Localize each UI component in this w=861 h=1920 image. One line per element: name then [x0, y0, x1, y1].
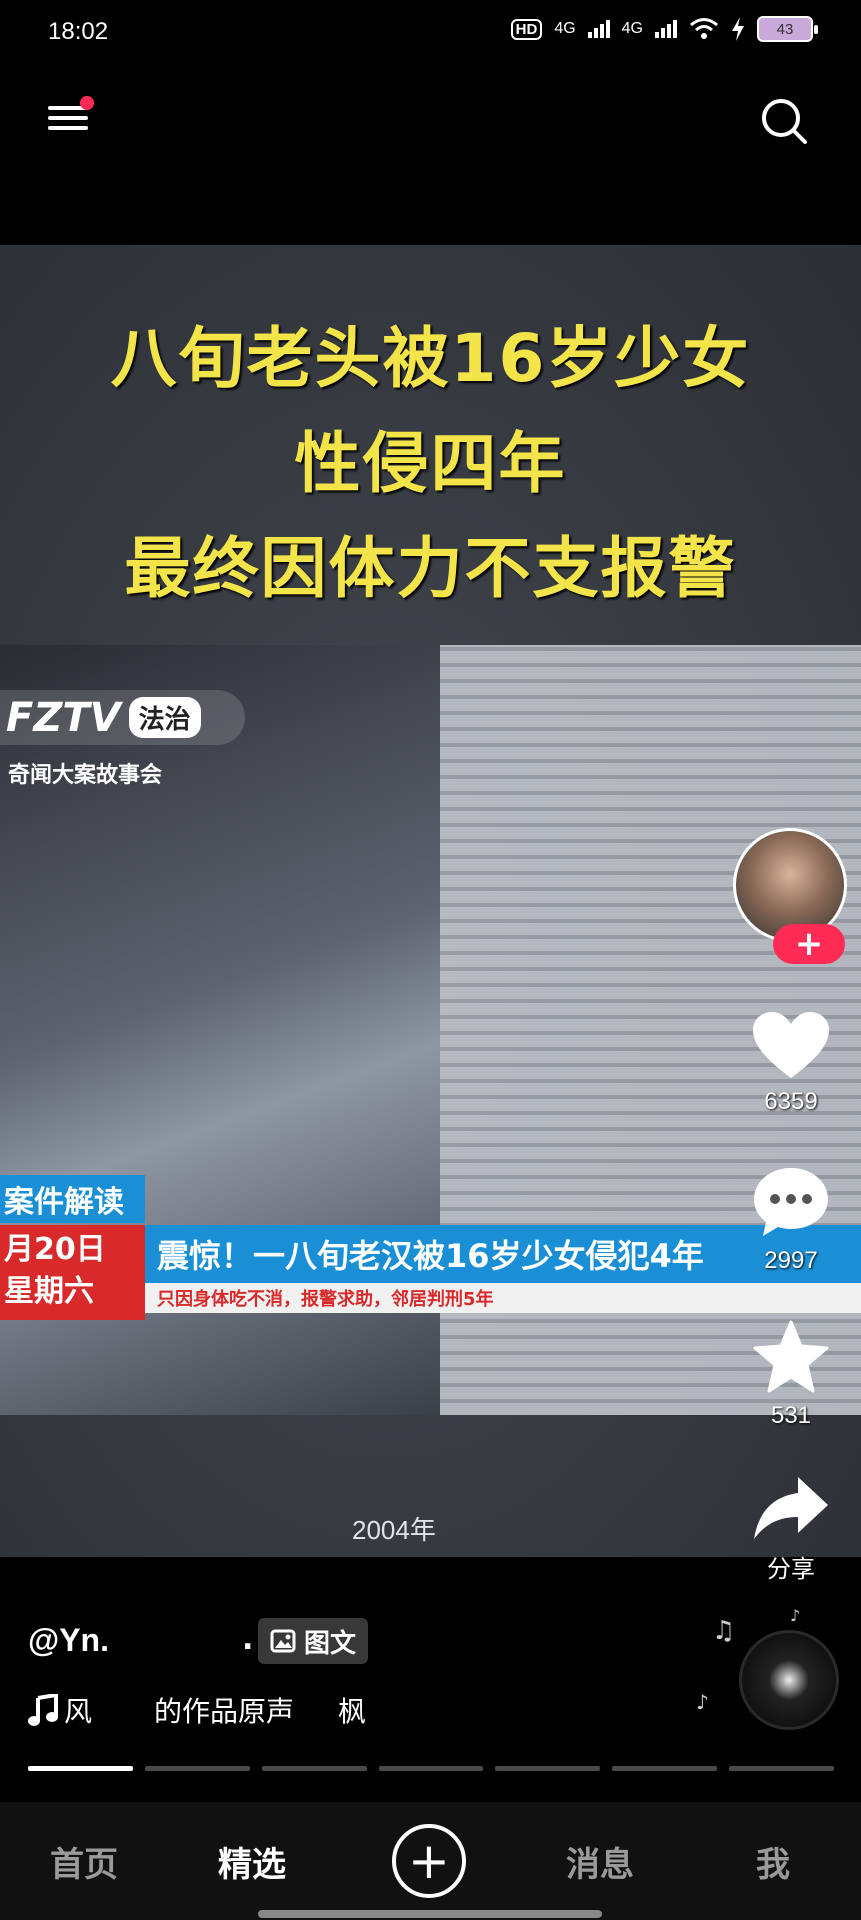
- nav-picks[interactable]: 精选: [218, 1837, 286, 1886]
- progress-segment: [28, 1766, 133, 1771]
- music-info[interactable]: 风 的作品原声 枫: [28, 1690, 366, 1730]
- network-label-2: 4G: [621, 20, 643, 37]
- share-button[interactable]: 分享: [711, 1475, 861, 1584]
- music-title-part-2: 的作品原声: [154, 1695, 295, 1728]
- post-type-label: 图文: [304, 1628, 357, 1659]
- status-bar: 18:02 HD 4G 4G 43: [0, 0, 861, 70]
- network-label-1: 4G: [554, 20, 576, 37]
- author-name[interactable]: @Yn.: [28, 1622, 109, 1659]
- like-button[interactable]: 6359: [711, 1010, 861, 1116]
- nav-me[interactable]: 我: [756, 1837, 790, 1886]
- menu-button[interactable]: [48, 96, 94, 140]
- year-label: 2004年: [352, 1515, 436, 1545]
- status-icons: HD 4G 4G 43: [510, 16, 818, 42]
- create-button[interactable]: +: [392, 1824, 466, 1898]
- star-icon: [753, 1320, 829, 1393]
- nav-home[interactable]: 首页: [50, 1837, 118, 1886]
- channel-logo-text: FZTV: [6, 694, 121, 741]
- bottom-nav: 首页 精选 + 消息 我: [0, 1802, 861, 1920]
- like-count: 6359: [764, 1088, 818, 1115]
- progress-segment: [612, 1766, 718, 1771]
- news-date-weekday: 星期六: [4, 1274, 94, 1309]
- post-type-badge: 图文: [258, 1618, 369, 1664]
- signal-icon: [587, 20, 610, 38]
- progress-segment: [144, 1766, 250, 1771]
- music-disc-icon[interactable]: [739, 1630, 839, 1730]
- search-icon[interactable]: [759, 96, 809, 146]
- floating-note-icon: ♫: [712, 1616, 736, 1646]
- hd-icon: HD: [510, 18, 543, 40]
- progress-segment: [261, 1766, 367, 1771]
- favorite-button[interactable]: 531: [711, 1320, 861, 1430]
- image-icon: [270, 1629, 296, 1653]
- news-section: 案件解读: [0, 1175, 145, 1223]
- nav-messages[interactable]: 消息: [566, 1837, 634, 1886]
- news-date-day: 月20日: [4, 1232, 106, 1267]
- progress-segment: [729, 1766, 835, 1771]
- comment-button[interactable]: 2997: [711, 1165, 861, 1275]
- wifi-icon: [690, 18, 718, 39]
- share-icon: [754, 1477, 828, 1539]
- caption-line-1: 八旬老头被16岁少女: [110, 320, 751, 397]
- music-title-part-1: 风: [64, 1695, 93, 1728]
- caption-line-3: 最终因体力不支报警: [124, 530, 737, 607]
- comment-count: 2997: [764, 1247, 818, 1274]
- program-name: 奇闻大案故事会: [8, 763, 163, 788]
- heart-icon: [753, 1012, 829, 1078]
- caption-line-2: 性侵四年: [294, 425, 567, 502]
- floating-note-icon-2: ♪: [696, 1690, 709, 1714]
- share-label: 分享: [767, 1556, 815, 1583]
- charging-icon: [732, 17, 744, 41]
- author-name-suffix: .: [242, 1622, 254, 1657]
- progress-segment: [495, 1766, 601, 1771]
- notification-dot: [80, 96, 94, 110]
- comment-icon: [754, 1168, 828, 1236]
- news-subline: 只因身体吃不消，报警求助，邻居判刑5年: [145, 1283, 861, 1313]
- news-date: 月20日 星期六: [0, 1225, 145, 1320]
- signal-icon-2: [655, 20, 677, 38]
- favorite-count: 531: [770, 1402, 812, 1429]
- progress-segment: [378, 1766, 484, 1771]
- home-indicator[interactable]: [258, 1910, 602, 1918]
- status-time: 18:02: [48, 18, 109, 45]
- music-note-icon: [28, 1694, 58, 1726]
- follow-button[interactable]: +: [773, 924, 845, 964]
- channel-logo: FZTV 法治: [0, 690, 245, 745]
- carousel-progress: [28, 1766, 835, 1771]
- music-title-part-3: 枫: [338, 1695, 367, 1728]
- channel-logo-tag: 法治: [128, 697, 201, 738]
- battery-icon: 43: [757, 16, 818, 42]
- floating-note-icon-3: ♪: [790, 1606, 801, 1625]
